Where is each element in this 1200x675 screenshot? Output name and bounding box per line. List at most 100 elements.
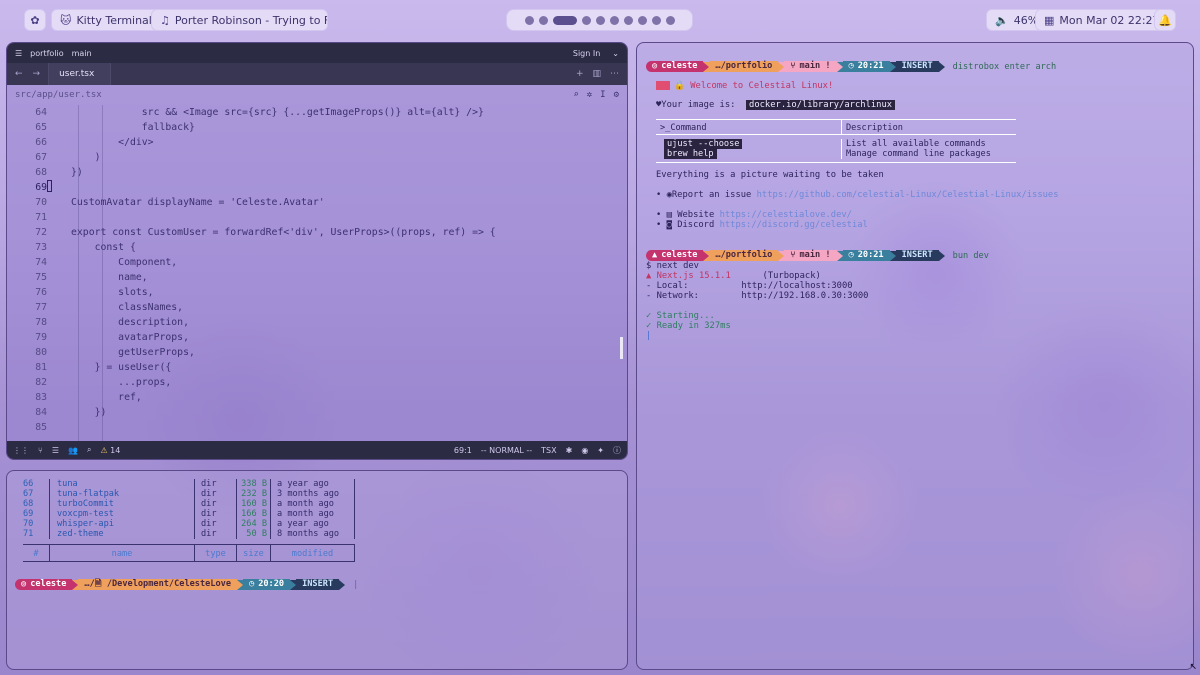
workspace-switcher[interactable] [506,9,693,31]
language[interactable]: TSX [541,446,556,455]
active-app-label: Kitty Terminal [76,13,152,27]
code-line[interactable]: 79 avatarProps, [7,330,627,345]
workspace-dot-active[interactable] [552,15,577,25]
signin-button[interactable]: Sign In [573,49,600,58]
prompt-time: ◷ 20:21 [842,61,890,72]
workspace-dot[interactable] [637,15,647,25]
cell-type: dir [194,509,236,519]
cell-type: dir [194,529,236,539]
cell-size: 160 B [236,499,270,509]
scrollbar-marker[interactable] [620,337,623,359]
code-line[interactable]: 82 ...props, [7,375,627,390]
workspace-dot[interactable] [609,15,619,25]
code-line[interactable]: 76 slots, [7,285,627,300]
assistant-icon[interactable]: ✦ [597,446,604,455]
prompt-mode: INSERT [296,579,340,590]
branch-icon: ⑂ [790,61,796,71]
list-icon[interactable]: ☰ [52,446,59,455]
workspace-dot[interactable] [623,15,633,25]
code-line[interactable]: 78 description, [7,315,627,330]
project-name[interactable]: portfolio [30,49,63,58]
code-line[interactable]: 67 ) [7,150,627,165]
code-line[interactable]: 85 [7,420,627,435]
code-line[interactable]: 77 classNames, [7,300,627,315]
chevron-down-icon[interactable]: ⌄ [612,49,619,58]
line-number: 71 [35,212,47,223]
workspace-dot[interactable] [595,15,605,25]
shell-prompt: ◎ celeste …/🗎 /Development/CelesteLove ◷ 2… [15,579,358,590]
workspace-dot[interactable] [581,15,591,25]
text-cursor[interactable]: | [646,331,651,341]
code-line[interactable]: 69 [7,180,627,195]
table-row[interactable]: 68 turboCommit dir 160 Ba month ago [23,499,355,509]
active-app-button[interactable]: 🐱 Kitty Terminal [51,9,161,31]
cell-modified: a year ago [270,519,355,529]
tab-user-tsx[interactable]: user.tsx [48,63,112,85]
bug-icon[interactable]: ✱ [566,446,573,455]
code-line[interactable]: 71 [7,210,627,225]
workspace-dot[interactable] [524,15,534,25]
code-line[interactable]: 70 CustomAvatar displayName = 'Celeste.Av… [7,195,627,210]
code-line[interactable]: 64 src && <Image src={src} {...getImageP… [7,105,627,120]
workspace-dot[interactable] [665,15,675,25]
code-line[interactable]: 81 } = useUser({ [7,360,627,375]
col-description: Description [846,123,903,133]
back-arrow-icon[interactable]: ← [15,69,23,79]
search-icon[interactable]: ⌕ [87,445,91,455]
table-row[interactable]: 69 voxcpm-test dir 166 Ba month ago [23,509,355,519]
clock-button[interactable]: ▦ Mon Mar 02 22:27 [1035,9,1169,31]
file-path[interactable]: src/app/user.tsx [15,90,102,100]
split-icon[interactable]: ▥ [592,69,601,79]
git-icon[interactable]: ⑂ [38,446,43,455]
cell-name: tuna [49,479,194,489]
menu-icon[interactable]: ☰ [15,49,22,58]
code-line[interactable]: 75 name, [7,270,627,285]
launcher-button[interactable]: ✿ [24,9,46,31]
notifications-button[interactable]: 🔔 [1154,9,1176,31]
search-icon[interactable]: ⌕ [573,90,578,100]
code-line[interactable]: 80 getUserProps, [7,345,627,360]
plus-icon[interactable]: + [576,69,584,79]
text-cursor[interactable]: | [353,580,358,590]
code-line[interactable]: 83 ref, [7,390,627,405]
code-line[interactable]: 84 }) [7,405,627,420]
table-row[interactable]: 71 zed-theme dir 50 B8 months ago [23,529,355,539]
code-line[interactable]: 73 const { [7,240,627,255]
cursor-icon[interactable]: I [600,90,605,100]
network-line: - Network: http://192.168.0.30:3000 [646,291,869,301]
cursor-position[interactable]: 69:1 [454,446,472,455]
copilot-icon[interactable]: ◉ [581,446,588,455]
forward-arrow-icon[interactable]: → [33,69,41,79]
users-icon[interactable]: 👥 [68,446,78,455]
cell-type: dir [194,519,236,529]
code-line[interactable]: 72 export const CustomUser = forwardRef<'… [7,225,627,240]
link-discord[interactable]: • ◙ Discord https://discord.gg/celestial [656,220,868,230]
diagnostics[interactable]: ⚠ 14 [100,446,120,455]
main-terminal[interactable]: ◎ celeste …/portfolio ⑂ main ! ◷ 20:21 INSE… [636,42,1194,670]
line-number: 79 [35,332,47,343]
table-row[interactable]: 67 tuna-flatpak dir 232 B3 months ago [23,489,355,499]
cell-size: 338 B [236,479,270,489]
warning-count: 14 [110,445,121,455]
local-line: - Local: http://localhost:3000 [646,281,853,291]
media-button[interactable]: ♫ Porter Robinson - Trying to Fe... [151,9,328,31]
code-area[interactable]: 64 src && <Image src={src} {...getImageP… [7,105,627,441]
more-icon[interactable]: ⋯ [610,69,619,79]
code-line[interactable]: 74 Component, [7,255,627,270]
settings-icon[interactable]: ⚙ [614,90,619,100]
table-row[interactable]: 66 tuna dir 338 Ba year ago [23,479,355,489]
table-row[interactable]: 70 whisper-api dir 264 Ba year ago [23,519,355,529]
code-line[interactable]: 66 </div> [7,135,627,150]
workspace-dot[interactable] [651,15,661,25]
prompt-mode: INSERT [895,61,939,72]
workspace-dot[interactable] [538,15,548,25]
sparkle-icon[interactable]: ✲ [587,90,592,100]
info-icon[interactable]: ⓘ [613,445,621,456]
panel-icon[interactable]: ⋮⋮ [13,446,29,455]
link-website[interactable]: • ▤ Website https://celestialove.dev/ [656,210,852,220]
flower-icon: ✿ [30,13,40,27]
branch-name[interactable]: main [72,49,92,58]
link-report[interactable]: • ◉Report an issue https://github.com/ce… [656,190,1059,200]
code-line[interactable]: 68}) [7,165,627,180]
code-line[interactable]: 65 fallback} [7,120,627,135]
